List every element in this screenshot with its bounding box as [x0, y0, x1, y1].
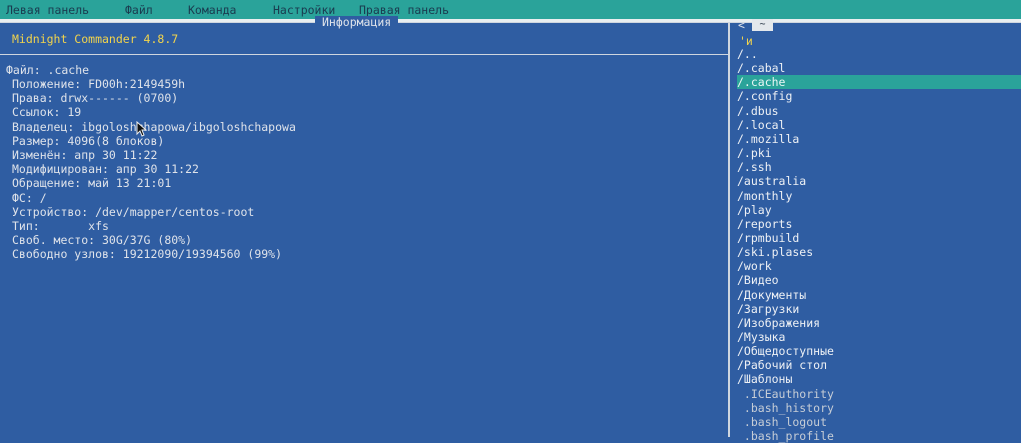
list-item[interactable]: .bash_profile: [737, 429, 1021, 443]
list-item[interactable]: .ICEauthority: [737, 387, 1021, 401]
list-item[interactable]: /reports: [737, 217, 1021, 231]
menu-left-panel[interactable]: Левая панель: [6, 3, 89, 17]
list-item[interactable]: /australia: [737, 174, 1021, 188]
info-line: Устройство: /dev/mapper/centos-root: [12, 204, 255, 219]
info-line: Изменён: апр 30 11:22: [12, 148, 158, 162]
list-item[interactable]: /Изображения: [737, 316, 1021, 330]
info-line: Тип: xfs: [12, 219, 109, 233]
info-line: Модифицирован: апр 30 11:22: [12, 162, 199, 177]
list-item[interactable]: /Загрузки: [737, 302, 1021, 316]
info-panel-divider: [0, 54, 729, 55]
list-item-selected[interactable]: /.cache: [737, 75, 1021, 90]
list-item[interactable]: /monthly: [737, 189, 1021, 203]
list-item[interactable]: /.mozilla: [737, 132, 1021, 146]
list-item[interactable]: /Документы: [737, 288, 1021, 302]
info-line: Обращение: май 13 21:01: [12, 176, 172, 191]
menu-bar: Левая панель Файл Команда Настройки Прав…: [0, 0, 1021, 22]
right-panel[interactable]: < ~ 'и /../.cabal/.cache/.config/.dbus/.…: [729, 18, 1021, 443]
right-panel-left-border: [729, 22, 730, 437]
list-item[interactable]: /.cabal: [737, 61, 1021, 75]
info-line: Права: drwx------ (0700): [12, 91, 179, 106]
list-item[interactable]: /Видео: [737, 273, 1021, 287]
list-item[interactable]: /..: [737, 47, 1021, 61]
info-line: Ссылок: 19: [12, 105, 82, 120]
list-item[interactable]: /work: [737, 259, 1021, 273]
list-item[interactable]: /Музыка: [737, 330, 1021, 344]
list-item[interactable]: /.pki: [737, 146, 1021, 160]
info-line: ФС: /: [12, 190, 47, 205]
panel-history-arrow-icon[interactable]: <: [738, 18, 745, 32]
mc-version: Midnight Commander 4.8.7: [12, 32, 179, 46]
info-line: Своб. место: 30G/37G (80%): [12, 233, 193, 248]
info-panel: Информация Midnight Commander 4.8.7 Файл…: [0, 16, 729, 437]
info-line: Положение: FD00h:2149459h: [12, 77, 186, 91]
menu-file[interactable]: Файл: [125, 3, 153, 17]
list-item[interactable]: /.ssh: [737, 160, 1021, 174]
list-item[interactable]: /play: [737, 203, 1021, 217]
info-line: Свободно узлов: 19212090/19394560 (99%): [12, 247, 283, 262]
list-item[interactable]: /.local: [737, 118, 1021, 132]
list-item[interactable]: /ski.plases: [737, 245, 1021, 259]
home-dir-button[interactable]: ~: [752, 19, 773, 31]
list-item[interactable]: /Шаблоны: [737, 372, 1021, 386]
column-header: 'и: [739, 34, 753, 48]
info-line: Владелец: ibgoloshchapowa/ibgoloshchapow…: [12, 119, 296, 134]
list-item[interactable]: .bash_history: [737, 401, 1021, 415]
list-item[interactable]: /Общедоступные: [737, 344, 1021, 358]
info-panel-title: Информация: [315, 16, 399, 28]
list-item[interactable]: /.dbus: [737, 104, 1021, 118]
info-file: Файл: .cache: [6, 63, 90, 77]
menu-command[interactable]: Команда: [188, 3, 236, 17]
list-item[interactable]: .bash_logout: [737, 415, 1021, 429]
list-item[interactable]: /Рабочий стол: [737, 358, 1021, 372]
mouse-pointer-icon: [136, 120, 148, 140]
list-item[interactable]: /.config: [737, 89, 1021, 103]
list-item[interactable]: /rpmbuild: [737, 231, 1021, 245]
